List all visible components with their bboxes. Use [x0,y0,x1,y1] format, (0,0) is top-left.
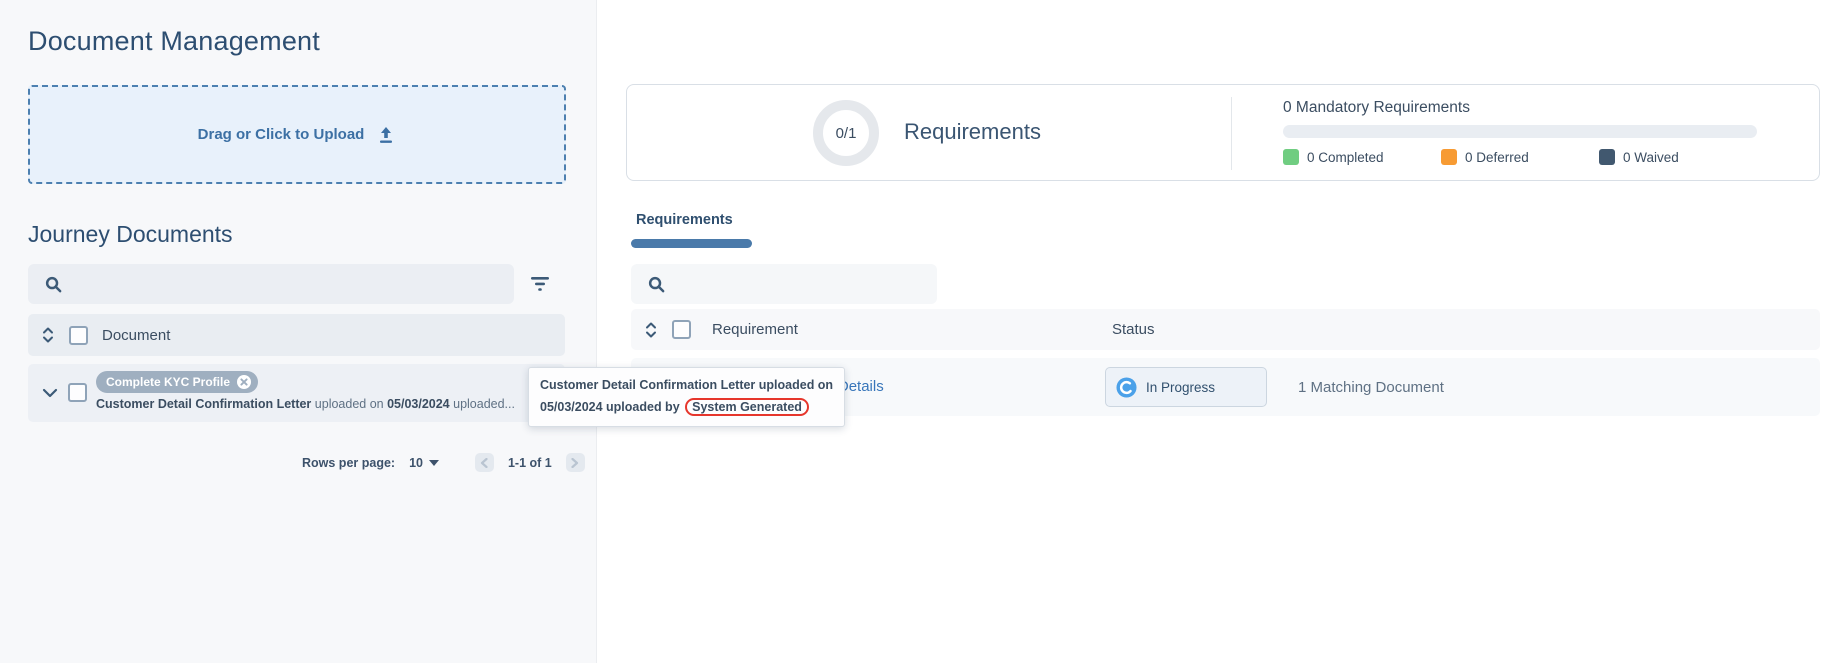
requirements-progress-donut: 0/1 [813,100,879,166]
legend-item-waived: 0 Waived [1599,149,1757,165]
tooltip-line1: Customer Detail Confirmation Letter uplo… [540,378,833,392]
document-table-row[interactable]: Complete KYC Profile Customer Detail Con… [28,364,565,422]
status-column-header: Status [1112,321,1155,338]
sort-icon[interactable] [40,325,56,345]
requirements-progress-value: 0/1 [836,125,857,142]
upload-icon [376,125,396,145]
waived-swatch [1599,149,1615,165]
deferred-swatch [1441,149,1457,165]
journey-documents-panel: Document Management Drag or Click to Upl… [0,0,597,663]
requirement-column-header: Requirement [712,321,798,338]
sort-icon[interactable] [643,320,659,340]
mandatory-requirements-progressbar [1283,125,1757,138]
chevron-down-icon[interactable] [38,381,62,405]
chip-close-icon[interactable] [236,374,252,390]
document-row-checkbox[interactable] [68,383,87,402]
pagination: Rows per page: 10 1-1 of 1 [302,453,585,472]
chip-label: Complete KYC Profile [106,375,230,389]
rows-per-page-label: Rows per page: [302,456,395,470]
summary-divider [1231,97,1232,170]
tab-indicator [631,239,752,248]
upload-dropzone[interactable]: Drag or Click to Upload [28,85,566,184]
journey-documents-search[interactable] [28,264,514,304]
rows-per-page-select[interactable]: 10 [409,456,439,470]
matching-documents-label[interactable]: 1 Matching Document [1298,379,1444,396]
mandatory-requirements-label: 0 Mandatory Requirements [1283,99,1470,117]
filter-icon[interactable] [527,271,553,297]
requirements-summary-title: Requirements [904,119,1041,145]
journey-documents-table-header: Document [28,314,565,356]
document-name: Customer Detail Confirmation Letter [96,397,311,411]
document-column-header: Document [102,327,170,344]
caret-down-icon [429,460,439,466]
tab-requirements[interactable]: Requirements [636,212,733,228]
search-icon [44,275,63,294]
upload-label: Drag or Click to Upload [198,126,365,143]
document-type-chip[interactable]: Complete KYC Profile [96,371,258,393]
journey-documents-title: Journey Documents [28,221,233,248]
document-upload-summary: Customer Detail Confirmation Letter uplo… [96,397,561,411]
page-title: Document Management [28,26,320,57]
next-page-button[interactable] [566,453,585,472]
completed-swatch [1283,149,1299,165]
requirements-search[interactable] [631,264,937,304]
legend-item-completed: 0 Completed [1283,149,1441,165]
legend-item-deferred: 0 Deferred [1441,149,1599,165]
system-generated-highlight: System Generated [685,398,809,416]
select-all-documents-checkbox[interactable] [69,326,88,345]
requirements-legend: 0 Completed 0 Deferred 0 Waived [1283,149,1757,165]
status-badge[interactable]: In Progress [1105,367,1267,407]
upload-date: 05/03/2024 [387,397,450,411]
status-label: In Progress [1146,380,1215,395]
in-progress-icon [1116,377,1137,398]
requirements-summary-card: 0/1 Requirements 0 Mandatory Requirement… [626,84,1820,181]
select-all-requirements-checkbox[interactable] [672,320,691,339]
requirements-table-header: Requirement Status [631,309,1820,350]
search-icon [647,275,666,294]
page-range-label: 1-1 of 1 [508,456,552,470]
previous-page-button[interactable] [475,453,494,472]
upload-info-tooltip: Customer Detail Confirmation Letter uplo… [528,367,845,427]
document-management-page: Document Management Drag or Click to Upl… [0,0,1839,663]
requirements-search-input[interactable] [676,264,937,304]
journey-documents-search-input[interactable] [73,264,514,304]
tooltip-line2: 05/03/2024 uploaded by [540,400,680,414]
